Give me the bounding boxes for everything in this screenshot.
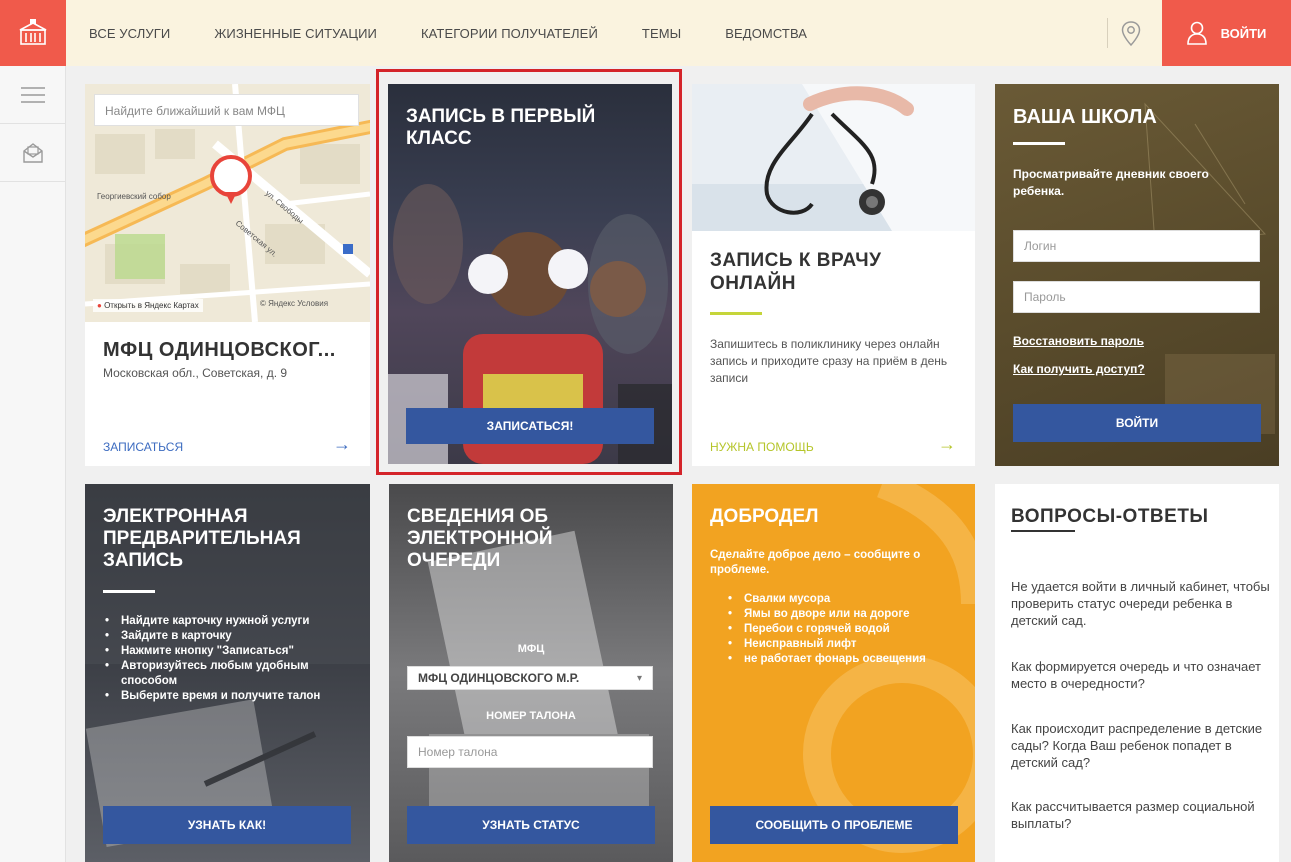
dobrodel-title: ДОБРОДЕЛ [710, 506, 819, 527]
school-restore-link[interactable]: Восстановить пароль [1013, 334, 1144, 348]
prereg-step: Зайдите в карточку [103, 629, 365, 644]
dobrodel-report-button[interactable]: СООБЩИТЬ О ПРОБЛЕМЕ [710, 806, 958, 844]
nav-recipient-categories[interactable]: КАТЕГОРИИ ПОЛУЧАТЕЛЕЙ [421, 26, 598, 41]
prereg-step: Авторизуйтесь любым удобным способом [103, 659, 365, 689]
nav-departments[interactable]: ВЕДОМСТВА [725, 26, 807, 41]
prereg-title: ЭЛЕКТРОННАЯ ПРЕДВАРИТЕЛЬНАЯ ЗАПИСЬ [103, 506, 301, 571]
login-button[interactable]: ВОЙТИ [1162, 0, 1291, 66]
arrow-right-icon[interactable]: → [333, 434, 351, 455]
school-card: ВАША ШКОЛА Просматривайте дневник своего… [995, 84, 1279, 466]
queue-mfc-select[interactable]: МФЦ ОДИНЦОВСКОГО М.Р. ▾ [407, 666, 653, 690]
map-pin-icon: ● [97, 301, 102, 310]
doctor-card: ЗАПИСЬ К ВРАЧУ ОНЛАЙН Запишитесь в полик… [692, 84, 975, 466]
school-access-link[interactable]: Как получить доступ? [1013, 362, 1145, 376]
faq-question[interactable]: Как рассчитывается размер социальной вып… [1011, 798, 1273, 832]
map-copyright: © Яндекс Условия [260, 299, 329, 308]
hamburger-icon [21, 86, 45, 103]
nav-topics[interactable]: ТЕМЫ [642, 26, 681, 41]
svg-text:Георгиевский собор: Георгиевский собор [97, 192, 171, 201]
faq-card: ВОПРОСЫ-ОТВЕТЫ Не удается войти в личный… [995, 484, 1279, 862]
messages-button[interactable] [0, 124, 66, 182]
first-class-signup-button[interactable]: ЗАПИСАТЬСЯ! [406, 408, 654, 444]
top-bar: ВСЕ УСЛУГИ ЖИЗНЕННЫЕ СИТУАЦИИ КАТЕГОРИИ … [0, 0, 1291, 66]
dobrodel-problem: Свалки мусора [726, 592, 966, 607]
faq-question[interactable]: Как происходит распределение в детские с… [1011, 720, 1273, 771]
dobrodel-problem: Перебои с горячей водой [726, 622, 966, 637]
prereg-step: Найдите карточку нужной услуги [103, 614, 365, 629]
envelope-icon [23, 142, 43, 163]
prereg-steps: Найдите карточку нужной услуги Зайдите в… [103, 614, 365, 704]
dobrodel-card: ДОБРОДЕЛ Сделайте доброе дело – сообщите… [692, 484, 975, 862]
queue-mfc-label: МФЦ [517, 643, 545, 655]
building-icon [19, 19, 47, 45]
queue-title: СВЕДЕНИЯ ОБ ЭЛЕКТРОННОЙ ОЧЕРЕДИ [407, 506, 553, 571]
doctor-underline [710, 312, 762, 315]
doctor-photo [692, 84, 975, 231]
nav-divider [1107, 18, 1108, 48]
school-underline [1013, 142, 1065, 145]
mfc-title: МФЦ ОДИНЦОВСКОГ... [103, 339, 336, 361]
dobrodel-text: Сделайте доброе дело – сообщите о пробле… [710, 549, 921, 576]
mfc-address: Московская обл., Советская, д. 9 [103, 366, 288, 380]
first-class-title: ЗАПИСЬ В ПЕРВЫЙ КЛАСС [406, 106, 596, 149]
school-login-button[interactable]: ВОЙТИ [1013, 404, 1261, 442]
queue-status-button[interactable]: УЗНАТЬ СТАТУС [407, 806, 655, 844]
arrow-right-icon[interactable]: → [938, 434, 956, 455]
faq-title: ВОПРОСЫ-ОТВЕТЫ [1011, 506, 1209, 527]
dobrodel-problem: Ямы во дворе или на дороге [726, 607, 966, 622]
queue-ticket-label: НОМЕР ТАЛОНА [486, 710, 576, 722]
menu-button[interactable] [0, 66, 66, 124]
user-icon [1186, 21, 1207, 45]
doctor-help-link[interactable]: НУЖНА ПОМОЩЬ [710, 440, 814, 454]
main-nav: ВСЕ УСЛУГИ ЖИЗНЕННЫЕ СИТУАЦИИ КАТЕГОРИИ … [89, 0, 851, 66]
school-password-input[interactable]: Пароль [1013, 281, 1260, 313]
faq-question[interactable]: Не удается войти в личный кабинет, чтобы… [1011, 578, 1273, 629]
prereg-step: Выберите время и получите талон [103, 689, 365, 704]
doctor-text: Запишитесь в поликлинику через онлайн за… [710, 337, 948, 385]
faq-underline [1011, 530, 1075, 532]
mfc-signup-link[interactable]: ЗАПИСАТЬСЯ [103, 440, 183, 454]
nav-all-services[interactable]: ВСЕ УСЛУГИ [89, 26, 170, 41]
school-login-input[interactable]: Логин [1013, 230, 1260, 262]
chevron-down-icon: ▾ [636, 672, 642, 684]
first-class-card[interactable]: ЗАПИСЬ В ПЕРВЫЙ КЛАСС ЗАПИСАТЬСЯ! [388, 84, 672, 464]
queue-mfc-value: МФЦ ОДИНЦОВСКОГО М.Р. [418, 671, 580, 685]
dobrodel-problem: Неисправный лифт [726, 637, 966, 652]
prereg-step: Нажмите кнопку "Записаться" [103, 644, 365, 659]
site-logo[interactable] [0, 0, 66, 66]
school-title: ВАША ШКОЛА [1013, 106, 1157, 128]
login-label: ВОЙТИ [1220, 25, 1267, 41]
dobrodel-problems: Свалки мусора Ямы во дворе или на дороге… [726, 592, 966, 667]
sidebar [0, 66, 66, 862]
prereg-card: ЭЛЕКТРОННАЯ ПРЕДВАРИТЕЛЬНАЯ ЗАПИСЬ Найди… [85, 484, 370, 862]
map-open-link[interactable]: ● Открыть в Яндекс Картах [93, 299, 203, 312]
location-icon[interactable] [1118, 20, 1144, 48]
mfc-search-input[interactable]: Найдите ближайший к вам МФЦ [94, 94, 359, 126]
mfc-card: Георгиевский собор ул. Свободы Советская… [85, 84, 370, 466]
queue-ticket-input[interactable]: Номер талона [407, 736, 653, 768]
prereg-underline [103, 590, 155, 593]
prereg-how-button[interactable]: УЗНАТЬ КАК! [103, 806, 351, 844]
nav-life-situations[interactable]: ЖИЗНЕННЫЕ СИТУАЦИИ [214, 26, 377, 41]
faq-question[interactable]: Как формируется очередь и что означает м… [1011, 658, 1273, 692]
dobrodel-problem: не работает фонарь освещения [726, 652, 966, 667]
queue-card: СВЕДЕНИЯ ОБ ЭЛЕКТРОННОЙ ОЧЕРЕДИ МФЦ МФЦ … [389, 484, 673, 862]
doctor-title: ЗАПИСЬ К ВРАЧУ ОНЛАЙН [710, 250, 882, 294]
school-text: Просматривайте дневник своего ребенка. [1013, 167, 1209, 198]
map-open-label: Открыть в Яндекс Картах [104, 301, 199, 310]
